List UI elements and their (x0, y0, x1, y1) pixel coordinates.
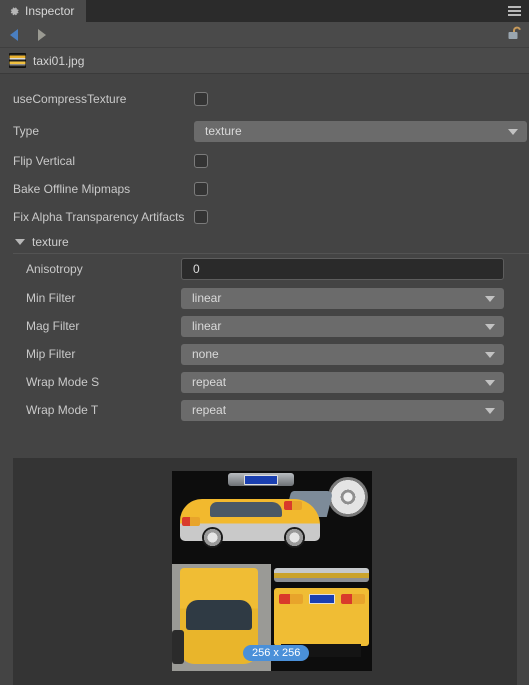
min-filter-dropdown[interactable]: linear (181, 287, 504, 309)
texture-preview-image[interactable]: 256 x 256 (172, 471, 372, 671)
atlas-taillight (279, 594, 303, 604)
back-arrow-icon (10, 28, 18, 41)
property-row-flip-vertical: Flip Vertical (0, 147, 529, 175)
property-label: Type (13, 124, 40, 138)
wrap-mode-t-dropdown[interactable]: repeat (181, 399, 504, 421)
flip-vertical-checkbox[interactable] (194, 154, 208, 168)
wrap-mode-s-value: repeat (192, 375, 227, 389)
atlas-taillight (341, 594, 365, 604)
usecompresstexture-checkbox[interactable] (194, 92, 208, 106)
asset-name-label: taxi01.jpg (33, 53, 85, 68)
property-row-mip-filter: Mip Filter none (0, 340, 529, 368)
texture-preview-panel: 256 x 256 (13, 458, 517, 685)
type-dropdown-value: texture (205, 124, 242, 138)
mip-filter-value: none (192, 347, 219, 361)
property-row-mag-filter: Mag Filter linear (0, 312, 529, 340)
property-label: Mip Filter (26, 347, 76, 361)
bake-offline-mipmaps-checkbox[interactable] (194, 182, 208, 196)
atlas-taillight (182, 517, 200, 526)
texture-section-title: texture (32, 235, 69, 249)
lock-toggle-button[interactable] (506, 25, 524, 45)
property-label: Wrap Mode S (26, 375, 100, 389)
atlas-license-plate (309, 594, 335, 604)
chevron-down-icon (485, 408, 495, 414)
texture-size-badge: 256 x 256 (243, 645, 310, 661)
atlas-hubcap (328, 477, 368, 517)
property-label: Fix Alpha Transparency Artifacts (13, 210, 185, 224)
property-row-wrap-mode-t: Wrap Mode T repeat (0, 396, 529, 424)
atlas-wheel (202, 527, 223, 548)
anisotropy-value: 0 (193, 262, 200, 276)
atlas-taillight (284, 501, 302, 510)
caret-down-icon (15, 239, 25, 245)
hamburger-menu-icon[interactable] (505, 0, 524, 22)
mag-filter-dropdown[interactable]: linear (181, 315, 504, 337)
wrap-mode-s-dropdown[interactable]: repeat (181, 371, 504, 393)
atlas-bumper-strip (228, 473, 294, 486)
property-row-anisotropy: Anisotropy 0 (0, 254, 529, 284)
forward-button[interactable] (28, 22, 56, 48)
chevron-down-icon (508, 129, 518, 135)
atlas-license-plate (244, 475, 278, 485)
fix-alpha-transparency-artifacts-checkbox[interactable] (194, 210, 208, 224)
atlas-car-glass (210, 502, 282, 517)
back-button[interactable] (0, 22, 28, 48)
properties-panel: useCompressTexture Type texture Flip Ver… (0, 74, 529, 424)
asset-header: taxi01.jpg (0, 48, 529, 74)
anisotropy-input[interactable]: 0 (181, 258, 504, 280)
property-label: Min Filter (26, 291, 76, 305)
atlas-rear-deck (274, 568, 369, 582)
chevron-down-icon (485, 380, 495, 386)
property-label: Flip Vertical (13, 154, 76, 168)
property-row-wrap-mode-s: Wrap Mode S repeat (0, 368, 529, 396)
atlas-side-view (172, 471, 372, 564)
forward-arrow-icon (38, 28, 46, 41)
property-label: Bake Offline Mipmaps (13, 182, 131, 196)
atlas-side-strip (172, 630, 184, 664)
mip-filter-dropdown[interactable]: none (181, 343, 504, 365)
min-filter-value: linear (192, 291, 222, 305)
tab-inspector-label: Inspector (25, 4, 75, 18)
wrap-mode-t-value: repeat (192, 403, 227, 417)
property-row-type: Type texture (0, 115, 529, 147)
chevron-down-icon (485, 352, 495, 358)
property-row-usecompresstexture: useCompressTexture (0, 83, 529, 115)
mag-filter-value: linear (192, 319, 222, 333)
tab-inspector[interactable]: Inspector (0, 0, 87, 22)
unlocked-padlock-icon (508, 26, 521, 39)
property-row-bake-offline-mipmaps: Bake Offline Mipmaps (0, 175, 529, 203)
texture-section-header[interactable]: texture (0, 231, 529, 253)
image-file-thumbnail-icon (9, 53, 26, 68)
chevron-down-icon (485, 296, 495, 302)
tab-bar: Inspector (0, 0, 529, 22)
property-row-fix-alpha-transparency-artifacts: Fix Alpha Transparency Artifacts (0, 203, 529, 231)
type-dropdown[interactable]: texture (194, 120, 527, 142)
property-label: Mag Filter (26, 319, 80, 333)
atlas-windshield (186, 600, 252, 630)
property-row-min-filter: Min Filter linear (0, 284, 529, 312)
gear-icon (9, 6, 20, 17)
property-label: useCompressTexture (13, 92, 127, 106)
chevron-down-icon (485, 324, 495, 330)
property-label: Anisotropy (26, 262, 83, 276)
property-label: Wrap Mode T (26, 403, 99, 417)
navigation-bar (0, 22, 529, 48)
atlas-wheel (284, 527, 305, 548)
